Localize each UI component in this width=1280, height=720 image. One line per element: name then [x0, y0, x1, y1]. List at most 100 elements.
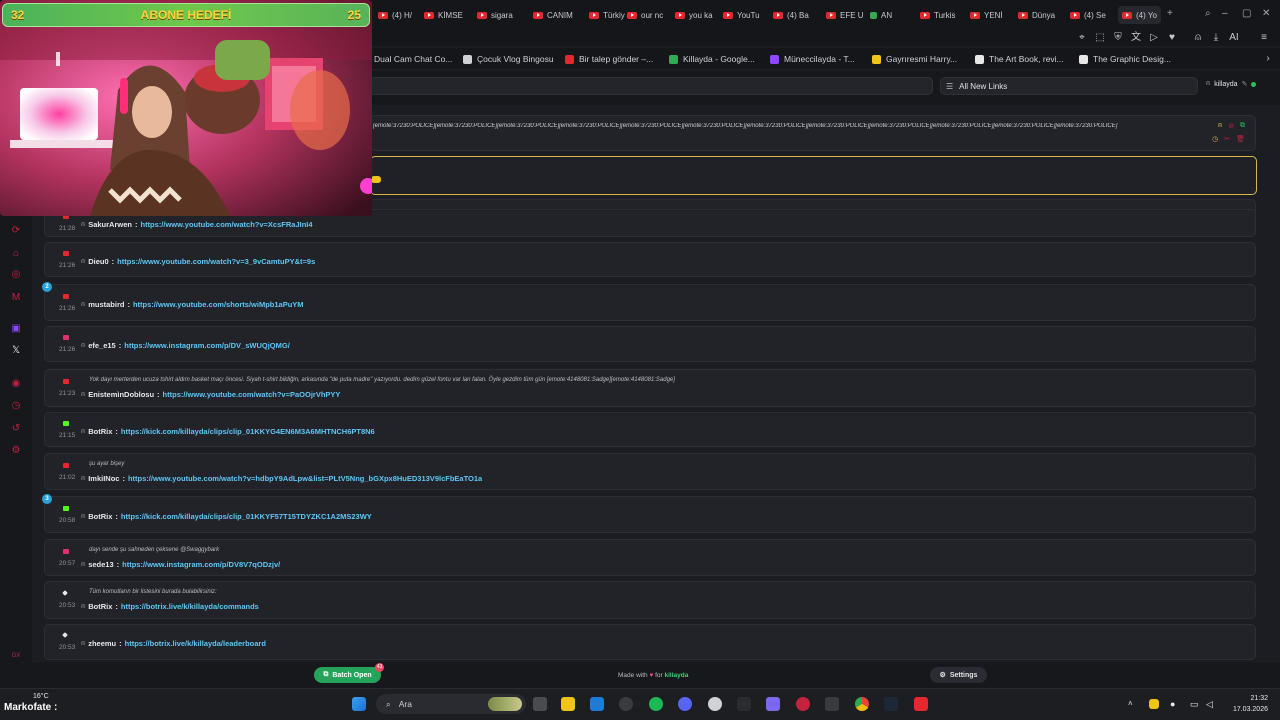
bookmark-item[interactable]: Dual Cam Chat Co... [374, 53, 452, 65]
shared-link[interactable]: https://www.youtube.com/watch?v=XcsFRaJI… [140, 220, 312, 229]
timer-icon[interactable]: ◷ [1212, 135, 1218, 143]
delete-icon[interactable]: 🗑 [1236, 135, 1245, 143]
weather-temp[interactable]: 16°C [33, 693, 49, 700]
search-tabs-icon[interactable]: ⌕ [1205, 8, 1211, 19]
minimize-icon[interactable]: – [1222, 8, 1228, 19]
obs-icon[interactable] [619, 697, 633, 711]
sender-name[interactable]: sede13 [88, 560, 113, 569]
close-window-icon[interactable]: ✕ [1262, 8, 1270, 19]
shared-link[interactable]: https://kick.com/killayda/clips/clip_01K… [121, 512, 372, 521]
x-icon[interactable]: 𝕏 [10, 345, 22, 357]
translate-icon[interactable]: 文 [1130, 32, 1142, 44]
spotify-icon[interactable] [649, 697, 663, 711]
chevron-up-icon[interactable]: ˄ [1128, 699, 1138, 709]
link-card[interactable]: 3 20:58 ⍝ BotRix: https://kick.com/killayda/… [42, 494, 1256, 533]
shared-link[interactable]: https://www.youtube.com/watch?v=PaOOjrVh… [163, 390, 341, 399]
link-card[interactable]: 20:53 Tüm komutların bir listesini burada… [44, 581, 1256, 619]
user-add-icon[interactable]: ⍝ [1218, 122, 1222, 130]
streaming-app-icon[interactable] [914, 697, 928, 711]
sender-name[interactable]: BotRix [88, 512, 112, 521]
brand-link[interactable]: killayda [665, 672, 689, 679]
ai-icon[interactable]: AI [1228, 32, 1240, 44]
download-icon[interactable]: ⤓ [1210, 32, 1222, 44]
link-card[interactable]: 21:26 ⍝ efe_e15: https://www.instagram.com/… [44, 326, 1256, 362]
heart-icon[interactable]: ♥ [1166, 32, 1178, 44]
bookmark-item[interactable]: The Art Book, revi... [975, 53, 1064, 65]
history-icon[interactable]: ↺ [10, 423, 22, 435]
user-chip[interactable]: ⍝ killayda ✎ [1206, 80, 1257, 88]
new-tab-button[interactable]: + [1167, 8, 1173, 19]
settings-button[interactable]: ⚙ Settings [930, 667, 987, 683]
opera-gx-icon[interactable] [796, 697, 810, 711]
block-icon[interactable]: ⊘ [1228, 122, 1234, 130]
shared-link[interactable]: https://botrix.live/k/killayda/leaderboa… [125, 639, 266, 648]
batch-open-button[interactable]: ⧉ Batch Open [314, 667, 381, 683]
discord-icon[interactable] [678, 697, 692, 711]
play-icon[interactable]: ▷ [1148, 32, 1160, 44]
browser-tab[interactable]: sigara [477, 6, 513, 24]
bookmark-item[interactable]: The Graphic Desig... [1079, 53, 1171, 65]
screenshot-icon[interactable]: ⬚ [1094, 32, 1106, 44]
gear-icon[interactable]: ⚙ [10, 445, 22, 457]
volume-icon[interactable]: ◁ [1206, 699, 1216, 709]
windows-start-icon[interactable] [352, 697, 366, 711]
browser-tab[interactable]: Türkiy [589, 6, 625, 24]
bookmark-item[interactable]: Müneccilayda - T... [770, 53, 855, 65]
widget-icon[interactable] [488, 697, 522, 711]
link-card[interactable]: 21:23 Yok dayı merterden ucuza tshirt ald… [44, 369, 1256, 407]
target-icon[interactable]: ◉ [10, 378, 22, 390]
sender-name[interactable]: ImkiINoc [88, 474, 119, 483]
shared-link[interactable]: https://www.instagram.com/p/DV8V7qODzjv/ [122, 560, 280, 569]
maximize-icon[interactable]: ▢ [1242, 8, 1251, 19]
highlighted-card[interactable] [370, 156, 1257, 195]
link-card[interactable]: 21:15 ⍝ BotRix: https://kick.com/killayda/c… [44, 412, 1256, 447]
shared-link[interactable]: https://www.youtube.com/watch?v=hdbpY9Ad… [128, 474, 482, 483]
shared-link[interactable]: https://kick.com/killayda/clips/clip_01K… [121, 427, 375, 436]
bookmark-item[interactable]: Killayda - Google... [669, 53, 755, 65]
browser-tab[interactable]: you ka [675, 6, 713, 24]
instagram-icon[interactable]: ◎ [10, 269, 22, 281]
m-icon[interactable]: M [10, 292, 22, 304]
link-card[interactable]: 20:53 ⍝ zheemu: https://botrix.live/k/killa… [44, 624, 1256, 660]
refresh-icon[interactable]: ⟳ [10, 225, 22, 237]
robot-icon[interactable]: ⌂ [10, 248, 22, 260]
sender-name[interactable]: efe_e15 [88, 341, 116, 350]
browser-tab[interactable]: AN [870, 6, 892, 24]
system-clock[interactable]: 21:32 17.03.2026 [1226, 693, 1268, 715]
open-link-icon[interactable]: ⧉ [1240, 122, 1245, 130]
microphone-icon[interactable]: ● [1170, 699, 1180, 709]
sender-name[interactable]: BotRix [88, 602, 112, 611]
browser-tab[interactable]: EFE U [826, 6, 864, 24]
sender-name[interactable]: zheemu [88, 639, 116, 648]
bookmark-item[interactable]: Gayrıresmi Harry... [872, 53, 957, 65]
sender-name[interactable]: mustabird [88, 300, 124, 309]
twitch-icon[interactable]: ▣ [10, 323, 22, 335]
gx-app-icon[interactable] [737, 697, 751, 711]
mute-icon[interactable]: ✂ [1224, 135, 1230, 143]
link-card[interactable]: 21:02 şu ayar bişey ⍝ ImkiINoc: https://www.… [44, 453, 1256, 490]
edit-icon[interactable]: ✎ [1242, 80, 1248, 88]
shield-icon[interactable]: ⛨ [1112, 32, 1124, 44]
terminal-icon[interactable] [825, 697, 839, 711]
link-card[interactable]: 2 21:26 ⍝ mustabird: https://www.youtube.com… [42, 282, 1256, 321]
search-input[interactable] [370, 77, 933, 95]
browser-tab[interactable]: Dünya [1018, 6, 1055, 24]
monitor-icon[interactable]: ▭ [1190, 699, 1200, 709]
browser-tab[interactable]: (4) Yo [1118, 6, 1161, 24]
browser-tab[interactable]: (4) H/ [378, 6, 412, 24]
sender-name[interactable]: EnistemìnDoblosu [88, 390, 154, 399]
sender-name[interactable]: Dieu0 [88, 257, 108, 266]
shared-link[interactable]: https://www.youtube.com/watch?v=3_9vCamt… [117, 257, 315, 266]
menu-icon[interactable]: ≡ [1258, 32, 1270, 44]
bookmark-item[interactable]: Bir talep gönder –... [565, 53, 653, 65]
gx-icon[interactable]: GX [10, 650, 22, 662]
browser-tab[interactable]: YENİ [970, 6, 1003, 24]
sender-name[interactable]: BotRix [88, 427, 112, 436]
filter-select[interactable]: ☰ All New Links [940, 77, 1198, 95]
chevron-right-icon[interactable]: › [1262, 53, 1274, 65]
link-card[interactable]: 20:57 dayı sende şu sahneden çeksene @Swa… [44, 539, 1256, 576]
browser-tab[interactable]: KİMSE [424, 6, 463, 24]
shared-link[interactable]: https://www.youtube.com/shorts/wiMpb1aPu… [133, 300, 304, 309]
browser-tab[interactable]: YouTu [723, 6, 760, 24]
browser-tab[interactable]: CANIM [533, 6, 573, 24]
